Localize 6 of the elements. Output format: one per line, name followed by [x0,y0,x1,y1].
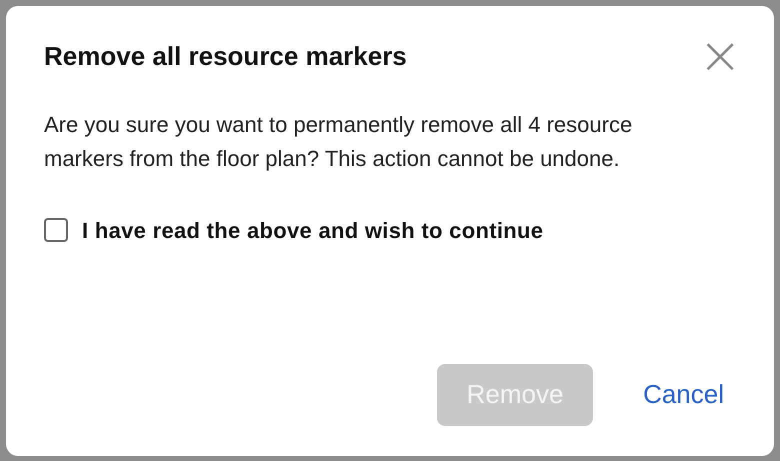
cancel-link[interactable]: Cancel [643,364,724,426]
dialog-title: Remove all resource markers [44,40,407,72]
checkbox-label: I have read the above and wish to continue [82,216,544,244]
dialog-message: Are you sure you want to permanently remove all 4 resource markers from the floor plan? This action cannot be undone. [44,110,634,173]
checkbox[interactable] [44,218,68,242]
close-button[interactable]: × [698,30,742,82]
